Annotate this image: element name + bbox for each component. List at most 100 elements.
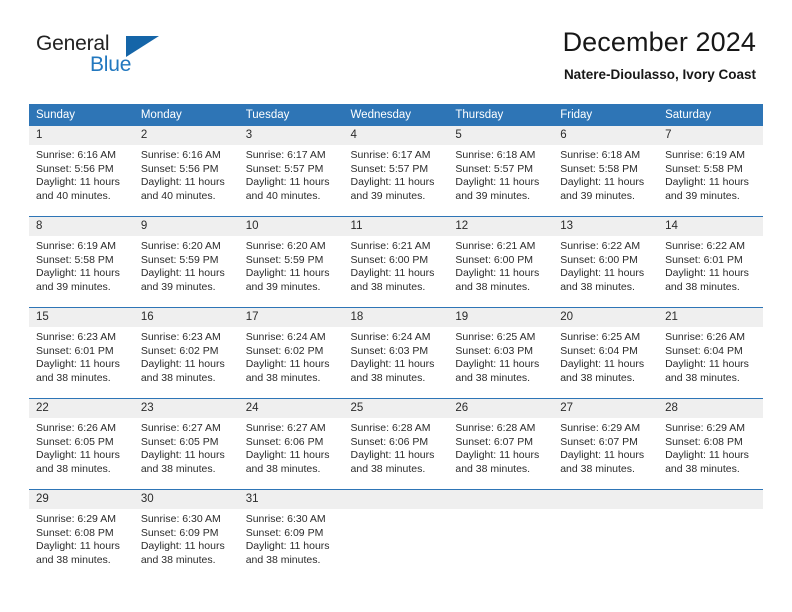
daylight-text-line2: and 39 minutes. [36,280,111,293]
calendar-header-row: Sunday Monday Tuesday Wednesday Thursday… [29,104,763,126]
day-number: 25 [343,399,449,418]
daylight-text-line1: Daylight: 11 hours [455,358,540,371]
calendar-day-cell[interactable]: 22 Sunrise: 6:26 AM Sunset: 6:05 PM Dayligh… [29,398,134,490]
calendar-day-cell[interactable]: 8 Sunrise: 6:19 AM Sunset: 5:58 PM Daylight… [29,216,134,308]
calendar-day-cell[interactable]: 27 Sunrise: 6:29 AM Sunset: 6:07 PM Dayligh… [553,398,659,490]
daylight-text-line1: Daylight: 11 hours [350,267,435,280]
daylight-text-line1: Daylight: 11 hours [350,176,435,189]
sunrise-text: Sunrise: 6:30 AM [140,513,221,525]
calendar-day-cell[interactable]: 29 Sunrise: 6:29 AM Sunset: 6:08 PM Dayligh… [29,489,134,580]
day-number [553,490,659,509]
weekday-header-monday: Monday [133,104,239,126]
weekday-header-tuesday: Tuesday [238,104,344,126]
sunrise-text: Sunrise: 6:20 AM [140,240,221,252]
day-details: Sunrise: 6:19 AM Sunset: 5:58 PM Daylight:… [29,236,134,294]
calendar-day-cell[interactable]: 9 Sunrise: 6:20 AM Sunset: 5:59 PM Daylight… [133,216,239,308]
sunset-text: Sunset: 6:03 PM [455,344,534,357]
day-number: 12 [448,217,554,236]
sunset-text: Sunset: 6:04 PM [665,344,743,357]
calendar-empty-cell [448,489,554,580]
calendar-day-cell[interactable]: 2 Sunrise: 6:16 AM Sunset: 5:56 PM Daylight… [133,126,239,217]
day-details: Sunrise: 6:28 AM Sunset: 6:07 PM Daylight:… [448,418,553,476]
day-number: 10 [238,217,344,236]
daylight-text-line2: and 38 minutes. [455,280,531,293]
day-details: Sunrise: 6:27 AM Sunset: 6:06 PM Daylight:… [239,418,344,476]
sunset-text: Sunset: 5:56 PM [140,162,219,175]
sunset-text: Sunset: 5:58 PM [560,162,638,175]
calendar-day-cell[interactable]: 30 Sunrise: 6:30 AM Sunset: 6:09 PM Dayligh… [133,489,239,580]
day-details: Sunrise: 6:28 AM Sunset: 6:06 PM Daylight:… [344,418,449,476]
day-number: 2 [133,126,239,145]
daylight-text-line2: and 39 minutes. [140,280,216,293]
calendar-day-cell[interactable]: 5 Sunrise: 6:18 AM Sunset: 5:57 PM Daylight… [448,126,554,217]
daylight-text-line2: and 38 minutes. [665,462,740,475]
sunrise-text: Sunrise: 6:23 AM [36,331,116,343]
daylight-text-line2: and 39 minutes. [560,189,635,202]
sunrise-text: Sunrise: 6:18 AM [560,149,641,161]
calendar-empty-cell [553,489,659,580]
sunset-text: Sunset: 6:09 PM [245,526,324,539]
daylight-text-line1: Daylight: 11 hours [665,267,749,280]
calendar-day-cell[interactable]: 21 Sunrise: 6:26 AM Sunset: 6:04 PM Dayligh… [658,307,763,399]
day-number: 22 [29,399,134,418]
calendar-day-cell[interactable]: 7 Sunrise: 6:19 AM Sunset: 5:58 PM Daylight… [658,126,763,217]
calendar-day-cell[interactable]: 25 Sunrise: 6:28 AM Sunset: 6:06 PM Dayligh… [343,398,449,490]
brand-name-blue: Blue [90,53,132,76]
day-number: 17 [238,308,344,327]
calendar-week-row: 15 Sunrise: 6:23 AM Sunset: 6:01 PM Dayligh… [29,307,763,399]
daylight-text-line1: Daylight: 11 hours [245,176,330,189]
daylight-text-line1: Daylight: 11 hours [350,358,435,371]
calendar-day-cell[interactable]: 15 Sunrise: 6:23 AM Sunset: 6:01 PM Dayligh… [29,307,134,399]
day-details: Sunrise: 6:26 AM Sunset: 6:04 PM Daylight:… [658,327,763,385]
calendar-day-cell[interactable]: 6 Sunrise: 6:18 AM Sunset: 5:58 PM Daylight… [553,126,659,217]
day-number: 9 [133,217,239,236]
calendar-day-cell[interactable]: 31 Sunrise: 6:30 AM Sunset: 6:09 PM Dayligh… [238,489,344,580]
calendar-day-cell[interactable]: 18 Sunrise: 6:24 AM Sunset: 6:03 PM Dayligh… [343,307,449,399]
day-number: 4 [343,126,449,145]
daylight-text-line1: Daylight: 11 hours [560,267,645,280]
sunrise-text: Sunrise: 6:23 AM [140,331,221,343]
sunrise-text: Sunrise: 6:17 AM [245,149,326,161]
calendar-day-cell[interactable]: 3 Sunrise: 6:17 AM Sunset: 5:57 PM Daylight… [238,126,344,217]
calendar-week-row: 1 Sunrise: 6:16 AM Sunset: 5:56 PM Daylight… [29,126,763,217]
day-details [448,509,553,513]
sunset-text: Sunset: 6:07 PM [560,435,638,448]
daylight-text-line1: Daylight: 11 hours [36,267,120,280]
daylight-text-line2: and 38 minutes. [455,462,531,475]
calendar-day-cell[interactable]: 4 Sunrise: 6:17 AM Sunset: 5:57 PM Daylight… [343,126,449,217]
sunrise-text: Sunrise: 6:25 AM [455,331,536,343]
calendar-day-cell[interactable]: 1 Sunrise: 6:16 AM Sunset: 5:56 PM Daylight… [29,126,134,217]
calendar-day-cell[interactable]: 28 Sunrise: 6:29 AM Sunset: 6:08 PM Dayligh… [658,398,763,490]
daylight-text-line2: and 38 minutes. [140,553,216,566]
calendar-day-cell[interactable]: 14 Sunrise: 6:22 AM Sunset: 6:01 PM Dayligh… [658,216,763,308]
daylight-text-line2: and 39 minutes. [665,189,740,202]
calendar-day-cell[interactable]: 12 Sunrise: 6:21 AM Sunset: 6:00 PM Dayligh… [448,216,554,308]
daylight-text-line1: Daylight: 11 hours [140,267,225,280]
day-details [344,509,449,513]
day-number: 26 [448,399,554,418]
daylight-text-line2: and 39 minutes. [350,189,426,202]
calendar-day-cell[interactable]: 16 Sunrise: 6:23 AM Sunset: 6:02 PM Dayligh… [133,307,239,399]
daylight-text-line2: and 38 minutes. [665,371,740,384]
calendar-day-cell[interactable]: 23 Sunrise: 6:27 AM Sunset: 6:05 PM Dayligh… [133,398,239,490]
calendar-day-cell[interactable]: 24 Sunrise: 6:27 AM Sunset: 6:06 PM Dayligh… [238,398,344,490]
daylight-text-line1: Daylight: 11 hours [36,449,120,462]
day-number: 27 [553,399,659,418]
calendar-day-cell[interactable]: 13 Sunrise: 6:22 AM Sunset: 6:00 PM Dayligh… [553,216,659,308]
calendar-day-cell[interactable]: 11 Sunrise: 6:21 AM Sunset: 6:00 PM Dayligh… [343,216,449,308]
calendar-day-cell[interactable]: 26 Sunrise: 6:28 AM Sunset: 6:07 PM Dayligh… [448,398,554,490]
sunrise-text: Sunrise: 6:29 AM [36,513,116,525]
day-details: Sunrise: 6:30 AM Sunset: 6:09 PM Daylight:… [134,509,239,567]
calendar-day-cell[interactable]: 17 Sunrise: 6:24 AM Sunset: 6:02 PM Dayligh… [238,307,344,399]
weekday-header-wednesday: Wednesday [343,104,449,126]
daylight-text-line1: Daylight: 11 hours [665,449,749,462]
calendar-day-cell[interactable]: 10 Sunrise: 6:20 AM Sunset: 5:59 PM Dayligh… [238,216,344,308]
sunset-text: Sunset: 6:02 PM [140,344,219,357]
weekday-header-sunday: Sunday [29,104,134,126]
day-details: Sunrise: 6:24 AM Sunset: 6:03 PM Daylight:… [344,327,449,385]
calendar-day-cell[interactable]: 19 Sunrise: 6:25 AM Sunset: 6:03 PM Dayligh… [448,307,554,399]
sunrise-text: Sunrise: 6:30 AM [245,513,326,525]
day-details: Sunrise: 6:29 AM Sunset: 6:08 PM Daylight:… [658,418,763,476]
calendar-day-cell[interactable]: 20 Sunrise: 6:25 AM Sunset: 6:04 PM Dayligh… [553,307,659,399]
sunrise-text: Sunrise: 6:19 AM [36,240,116,252]
